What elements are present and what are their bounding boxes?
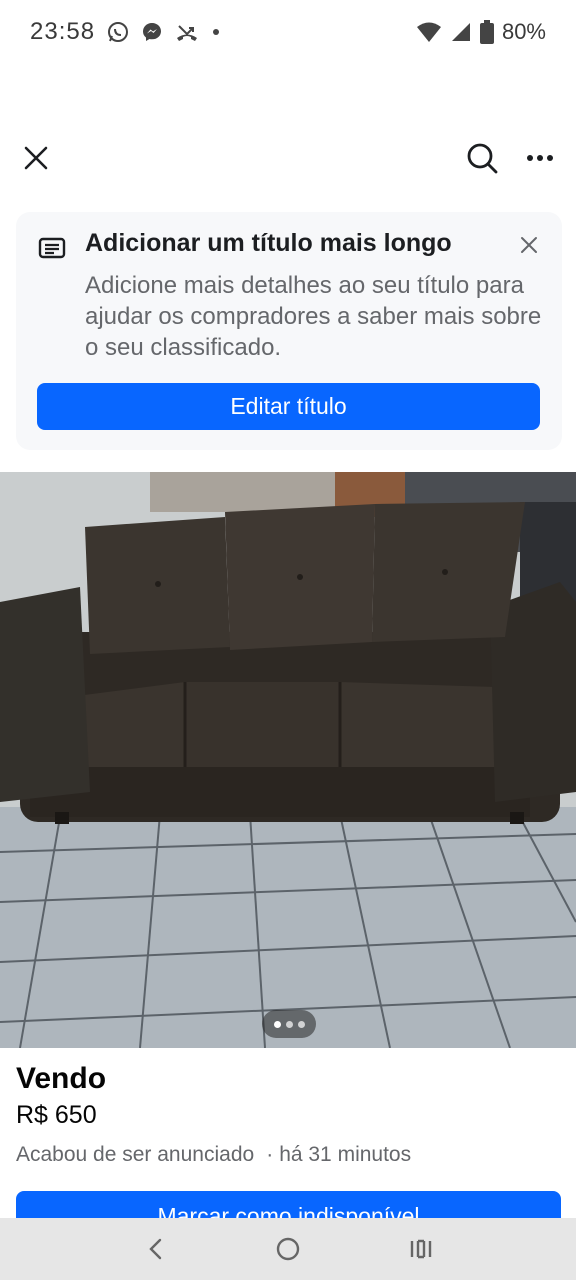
pager-dot — [273, 1020, 281, 1028]
listing-details-icon — [38, 236, 66, 262]
photo-pager-dots[interactable] — [262, 1010, 316, 1038]
listing-photo[interactable] — [0, 472, 576, 1048]
title-suggestion-card: Adicionar um título mais longo Adicione … — [16, 212, 562, 450]
listing-meta: Acabou de ser anunciado · há 31 minutos — [16, 1143, 411, 1167]
battery-percentage: 80% — [501, 19, 546, 44]
suggestion-title: Adicionar um título mais longo — [85, 229, 452, 257]
dot-icon — [211, 27, 221, 37]
status-system-icons: 80% — [416, 19, 546, 45]
whatsapp-icon — [107, 21, 129, 43]
meta-separator: · — [266, 1143, 274, 1166]
suggestion-body: Adicione mais detalhes ao seu título par… — [85, 272, 542, 361]
status-time: 23:58 — [30, 18, 96, 45]
search-icon[interactable] — [464, 140, 500, 176]
messenger-icon — [141, 21, 163, 43]
dismiss-suggestion-icon[interactable] — [516, 232, 542, 258]
edit-title-button[interactable]: Editar título — [37, 383, 540, 430]
wifi-icon — [416, 21, 442, 43]
nav-actions — [464, 140, 558, 176]
system-nav-bar — [0, 1218, 576, 1280]
pager-dot — [285, 1020, 293, 1028]
close-icon[interactable] — [18, 140, 54, 176]
signal-icon — [450, 21, 472, 43]
recents-icon[interactable] — [400, 1229, 440, 1269]
back-icon[interactable] — [136, 1229, 176, 1269]
listing-price: R$ 650 — [16, 1101, 97, 1129]
pager-dot — [297, 1020, 305, 1028]
listing-title: Vendo — [16, 1062, 107, 1095]
missed-call-icon — [175, 21, 199, 43]
more-icon[interactable] — [522, 140, 558, 176]
status-notification-icons — [107, 21, 221, 43]
home-icon[interactable] — [268, 1229, 308, 1269]
status-bar: 23:58 80% — [0, 0, 576, 64]
battery-icon — [479, 20, 494, 44]
listing-time-ago: há 31 minutos — [279, 1143, 412, 1166]
sofa-photo-illustration — [0, 472, 576, 1048]
top-nav — [0, 128, 576, 188]
listing-status: Acabou de ser anunciado — [16, 1143, 255, 1166]
